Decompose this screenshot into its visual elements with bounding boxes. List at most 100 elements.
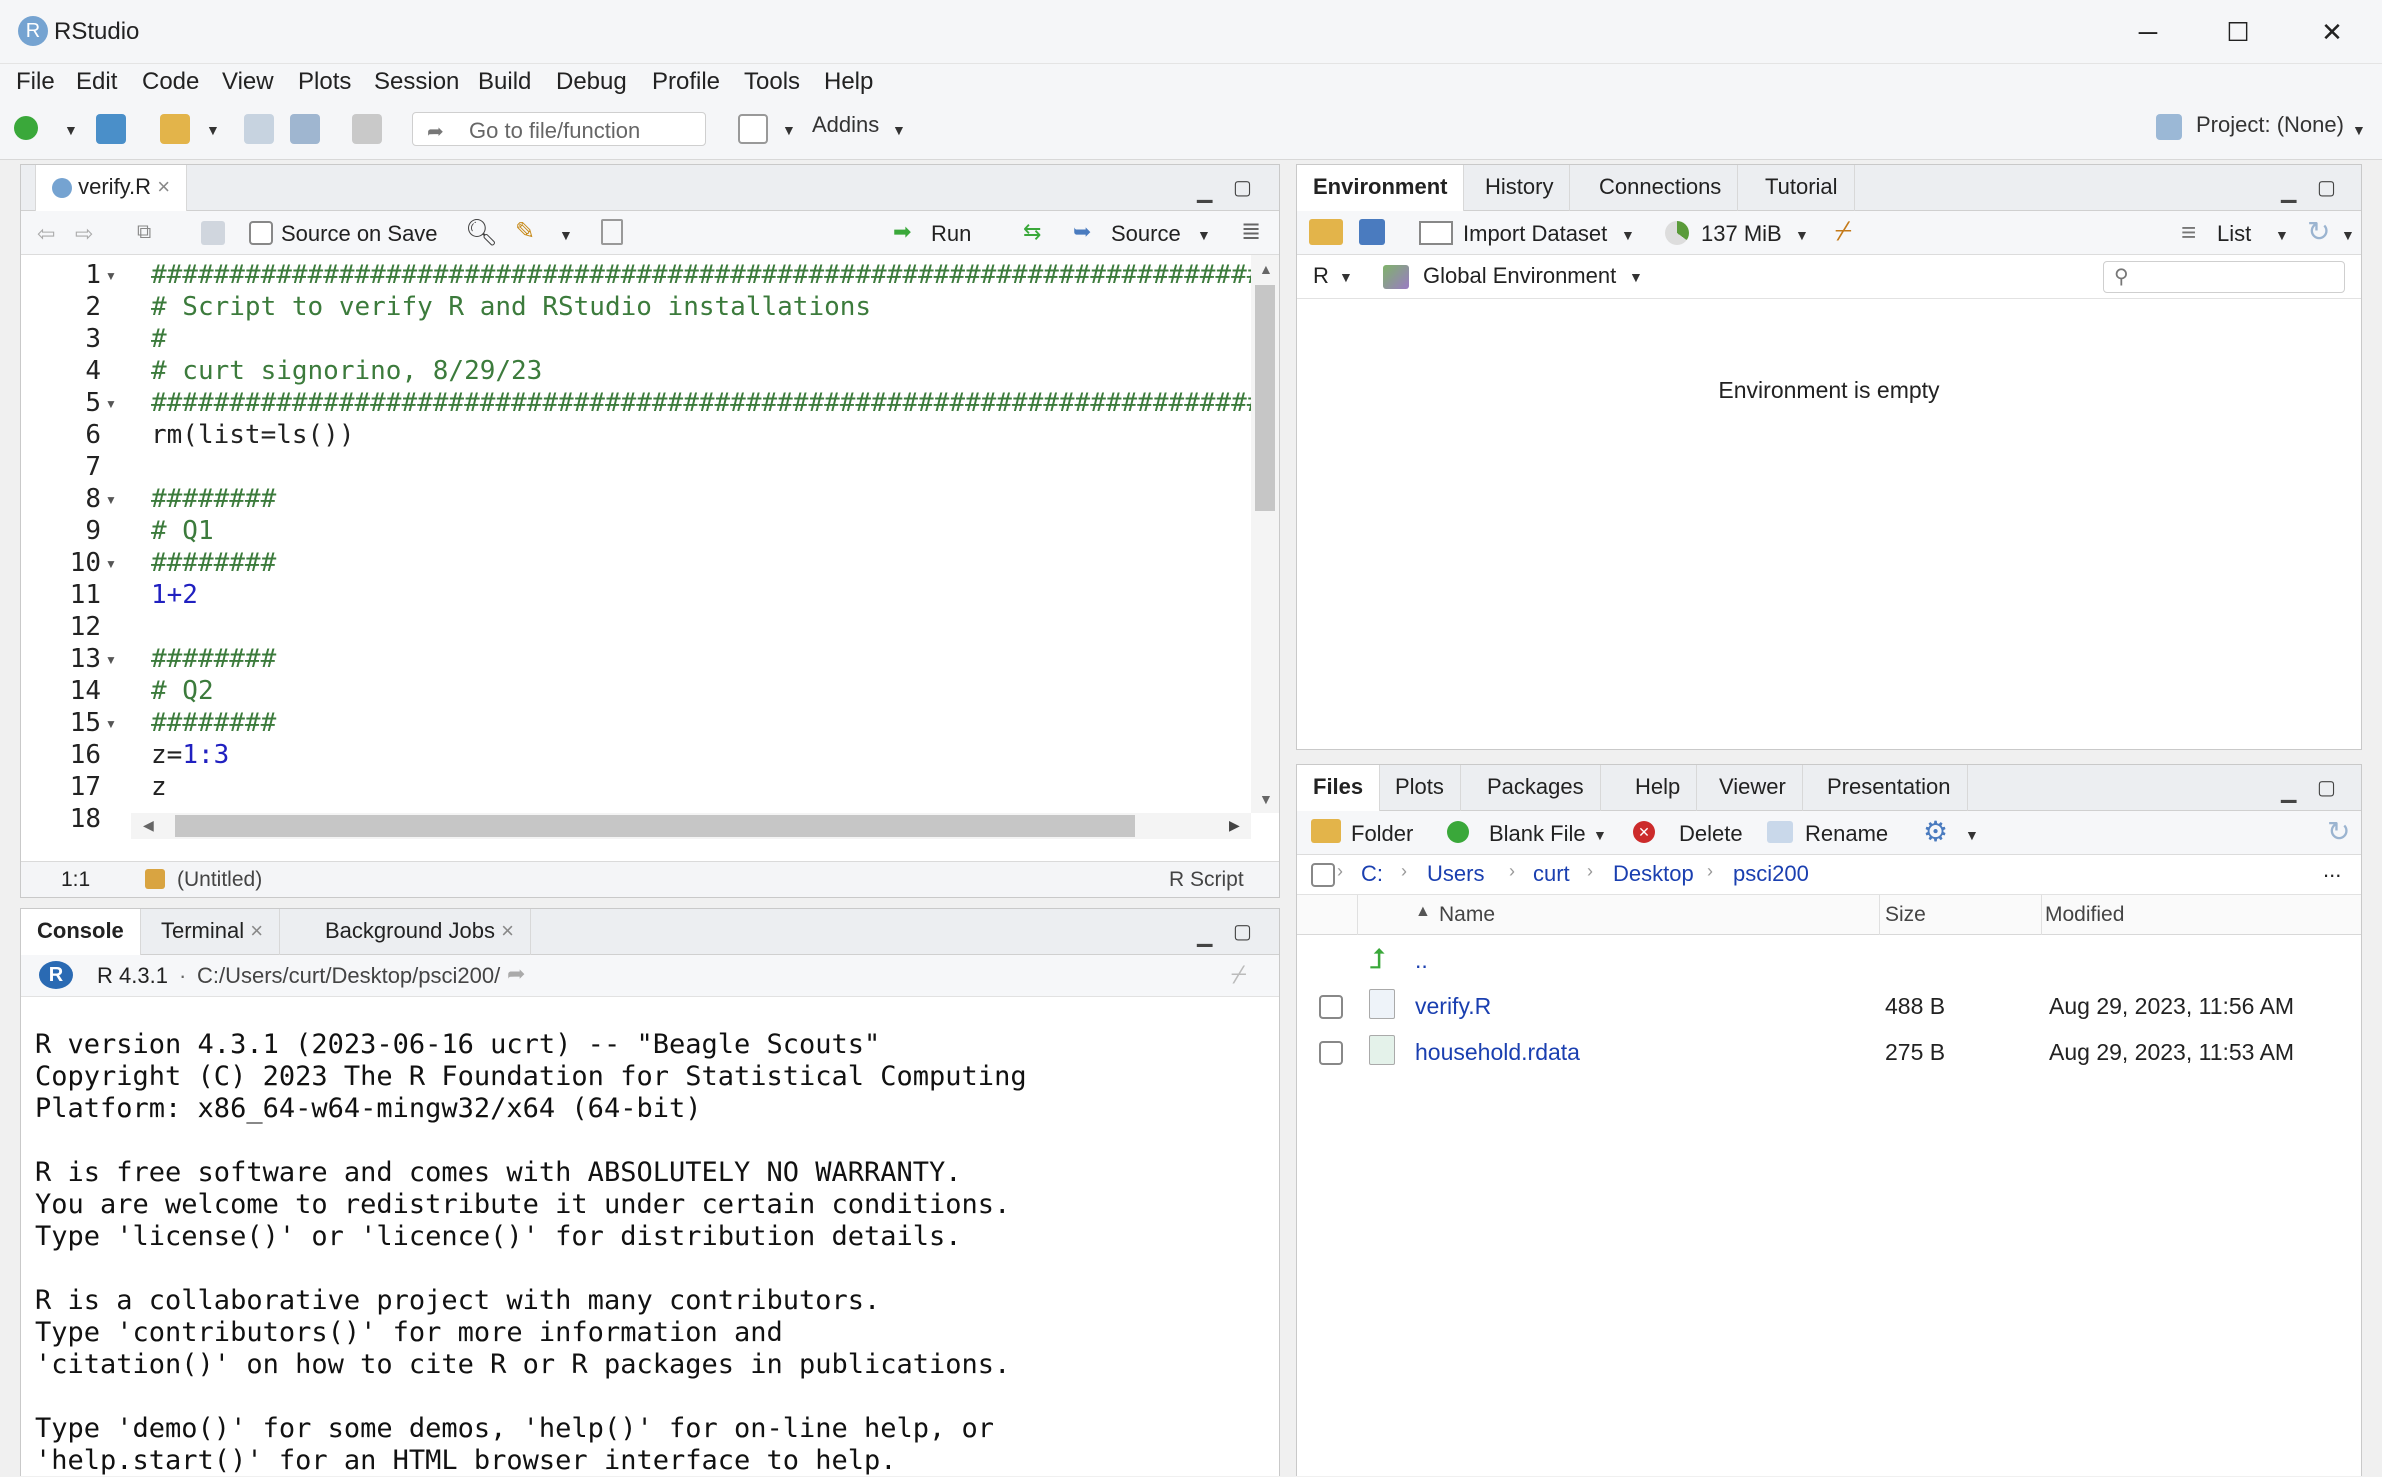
menu-debug[interactable]: Debug bbox=[556, 68, 627, 96]
addins-menu[interactable]: Addins bbox=[812, 112, 879, 138]
vertical-scroll-thumb[interactable] bbox=[1255, 285, 1275, 511]
breadcrumb-psci200[interactable]: psci200 bbox=[1733, 861, 1809, 887]
forward-icon[interactable]: ⇨ bbox=[75, 221, 93, 247]
more-gear-icon[interactable]: ⚙ bbox=[1923, 815, 1948, 848]
breadcrumb-users[interactable]: Users bbox=[1427, 861, 1484, 887]
document-outline-icon[interactable]: ≣ bbox=[1241, 217, 1261, 246]
menu-edit[interactable]: Edit bbox=[76, 68, 117, 96]
save-workspace-icon[interactable] bbox=[1359, 219, 1385, 245]
save-icon[interactable] bbox=[244, 114, 274, 144]
vertical-scrollbar[interactable]: ▲ ▼ bbox=[1251, 255, 1279, 813]
fold-toggle-icon[interactable]: ▼ bbox=[105, 397, 117, 411]
memory-usage[interactable]: 137 MiB bbox=[1701, 221, 1782, 247]
tab-tutorial[interactable]: Tutorial bbox=[1749, 165, 1855, 211]
close-tab-icon[interactable]: × bbox=[157, 174, 170, 199]
menu-help[interactable]: Help bbox=[824, 68, 873, 96]
menu-tools[interactable]: Tools bbox=[744, 68, 800, 96]
refresh-env-icon[interactable]: ↻ bbox=[2307, 215, 2330, 248]
tab-plots[interactable]: Plots bbox=[1379, 765, 1461, 811]
environment-dropdown-icon[interactable]: ▼ bbox=[1629, 269, 1643, 285]
tab-console[interactable]: Console bbox=[21, 909, 141, 955]
minimize-button[interactable]: ─ bbox=[2116, 10, 2180, 54]
scroll-left-icon[interactable]: ◀ bbox=[143, 817, 154, 834]
menu-build[interactable]: Build bbox=[478, 68, 531, 96]
close-window-button[interactable]: ✕ bbox=[2300, 10, 2364, 54]
memory-dropdown-icon[interactable]: ▼ bbox=[1795, 227, 1809, 243]
new-file-dropdown-icon[interactable]: ▼ bbox=[64, 122, 78, 138]
scroll-up-icon[interactable]: ▲ bbox=[1259, 261, 1273, 277]
scope-label[interactable]: (Untitled) bbox=[177, 868, 262, 892]
run-button[interactable]: Run bbox=[931, 221, 971, 247]
rerun-icon[interactable]: ⇆ bbox=[1023, 219, 1041, 245]
tab-files[interactable]: Files bbox=[1297, 765, 1381, 811]
blank-file-dropdown-icon[interactable]: ▼ bbox=[1593, 827, 1607, 843]
save-file-icon[interactable] bbox=[201, 221, 225, 245]
close-terminal-icon[interactable]: × bbox=[250, 918, 263, 943]
tab-terminal[interactable]: Terminal × bbox=[145, 909, 281, 955]
refresh-dropdown-icon[interactable]: ▼ bbox=[2341, 227, 2355, 243]
show-in-window-icon[interactable]: ⧉ bbox=[137, 221, 151, 244]
minimize-files-icon[interactable]: ▁ bbox=[2281, 779, 2296, 804]
fold-toggle-icon[interactable]: ▼ bbox=[105, 269, 117, 283]
parent-dir-row[interactable]: ⮥ .. bbox=[1297, 937, 2361, 983]
search-icon[interactable]: 🔍︎ bbox=[465, 217, 498, 248]
maximize-pane-icon[interactable]: ▢ bbox=[1233, 175, 1252, 200]
delete-button[interactable]: Delete bbox=[1679, 821, 1743, 847]
row-checkbox[interactable] bbox=[1319, 995, 1343, 1019]
menu-view[interactable]: View bbox=[222, 68, 274, 96]
tab-viewer[interactable]: Viewer bbox=[1703, 765, 1803, 811]
more-dropdown-icon[interactable]: ▼ bbox=[1965, 827, 1979, 843]
tab-connections[interactable]: Connections bbox=[1583, 165, 1739, 211]
open-file-icon[interactable] bbox=[160, 114, 190, 144]
tab-presentation[interactable]: Presentation bbox=[1811, 765, 1968, 811]
file-name[interactable]: household.rdata bbox=[1415, 1039, 1580, 1066]
maximize-files-icon[interactable]: ▢ bbox=[2317, 775, 2336, 800]
tab-history[interactable]: History bbox=[1469, 165, 1571, 211]
maximize-button[interactable]: ☐ bbox=[2206, 10, 2270, 54]
project-dropdown-icon[interactable]: ▼ bbox=[2352, 122, 2366, 138]
table-row[interactable]: household.rdata 275 B Aug 29, 2023, 11:5… bbox=[1297, 1029, 2361, 1075]
scroll-right-icon[interactable]: ▶ bbox=[1229, 817, 1240, 834]
maximize-env-icon[interactable]: ▢ bbox=[2317, 175, 2336, 200]
breadcrumb-desktop[interactable]: Desktop bbox=[1613, 861, 1694, 887]
column-modified[interactable]: Modified bbox=[2045, 903, 2124, 927]
select-all-checkbox[interactable] bbox=[1311, 863, 1335, 887]
menu-code[interactable]: Code bbox=[142, 68, 199, 96]
menu-file[interactable]: File bbox=[16, 68, 55, 96]
file-type-label[interactable]: R Script bbox=[1169, 868, 1244, 892]
table-row[interactable]: verify.R 488 B Aug 29, 2023, 11:56 AM bbox=[1297, 983, 2361, 1029]
goto-directory-icon[interactable]: ➦ bbox=[507, 961, 525, 987]
back-icon[interactable]: ⇦ bbox=[37, 221, 55, 247]
breadcrumb-c[interactable]: C: bbox=[1361, 861, 1383, 887]
panes-dropdown-icon[interactable]: ▼ bbox=[782, 122, 796, 138]
source-on-save-checkbox[interactable] bbox=[249, 221, 273, 245]
new-project-icon[interactable] bbox=[96, 114, 126, 144]
fold-toggle-icon[interactable]: ▼ bbox=[105, 557, 117, 571]
tab-verify-r[interactable]: verify.R × bbox=[35, 165, 188, 211]
import-dataset-dropdown-icon[interactable]: ▼ bbox=[1621, 227, 1635, 243]
more-path-button[interactable]: ... bbox=[2323, 857, 2341, 883]
refresh-files-icon[interactable]: ↻ bbox=[2327, 815, 2350, 848]
addins-dropdown-icon[interactable]: ▼ bbox=[892, 122, 906, 138]
load-workspace-icon[interactable] bbox=[1309, 219, 1343, 245]
tab-help[interactable]: Help bbox=[1619, 765, 1698, 811]
column-name[interactable]: Name bbox=[1439, 903, 1495, 927]
environment-search-input[interactable]: ⚲ bbox=[2103, 261, 2345, 293]
minimize-pane-icon[interactable]: ▁ bbox=[1197, 179, 1212, 204]
open-recent-dropdown-icon[interactable]: ▼ bbox=[206, 122, 220, 138]
column-size[interactable]: Size bbox=[1885, 903, 1926, 927]
clear-console-broom-icon[interactable]: ⌿ bbox=[1231, 959, 1247, 991]
fold-toggle-icon[interactable]: ▼ bbox=[105, 493, 117, 507]
horizontal-scroll-thumb[interactable] bbox=[175, 815, 1135, 837]
row-checkbox[interactable] bbox=[1319, 1041, 1343, 1065]
source-button[interactable]: Source bbox=[1111, 221, 1181, 247]
minimize-console-icon[interactable]: ▁ bbox=[1197, 923, 1212, 948]
language-selector[interactable]: R bbox=[1313, 263, 1329, 289]
project-menu[interactable]: Project: (None) bbox=[2196, 112, 2344, 138]
blank-file-button[interactable]: Blank File bbox=[1489, 821, 1586, 847]
new-file-icon[interactable] bbox=[14, 116, 38, 140]
maximize-console-icon[interactable]: ▢ bbox=[1233, 919, 1252, 944]
code-editor[interactable]: 1 ▼ ######################################… bbox=[21, 255, 1251, 835]
fold-toggle-icon[interactable]: ▼ bbox=[105, 717, 117, 731]
tab-background-jobs[interactable]: Background Jobs × bbox=[309, 909, 531, 955]
